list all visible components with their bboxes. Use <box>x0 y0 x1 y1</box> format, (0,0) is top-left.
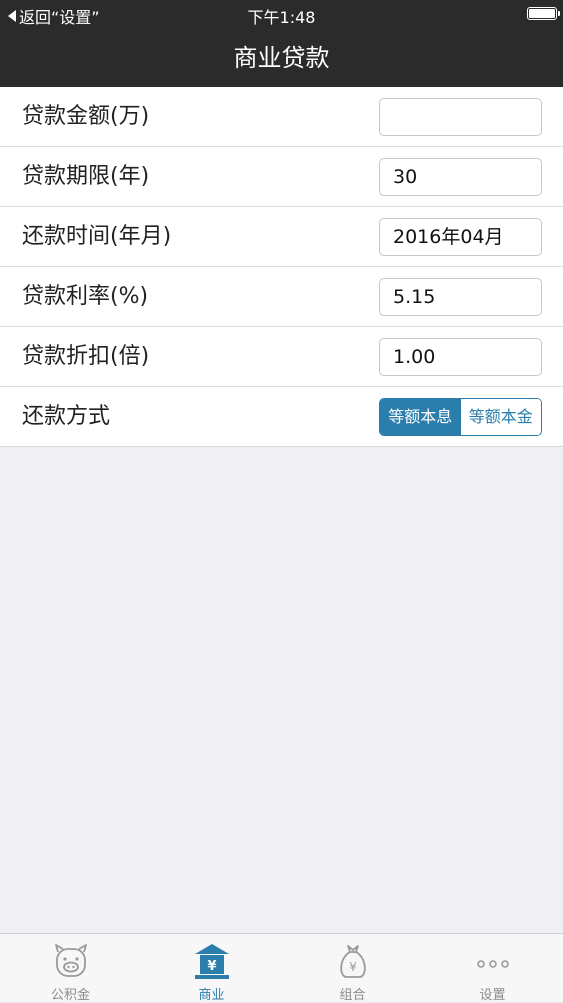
amount-label: 贷款金额(万) <box>22 104 150 129</box>
nav-header: 返回“设置” 下午1:48 商业贷款 <box>0 0 563 87</box>
method-segmented-control[interactable]: 等额本息 等额本金 <box>379 398 542 436</box>
repay-time-input[interactable]: 2016年04月 <box>379 218 542 256</box>
discount-input[interactable]: 1.00 <box>379 338 542 376</box>
tab-settings[interactable]: 设置 <box>422 934 563 1003</box>
term-row: 贷款期限(年) 30 <box>0 147 563 207</box>
tab-bar: 公积金 ¥ 商业 ¥ 组合 设置 <box>0 933 563 1003</box>
more-dots-icon <box>476 960 509 968</box>
tab-settings-label: 设置 <box>479 988 506 1003</box>
page-title: 商业贷款 <box>233 44 330 72</box>
discount-label: 贷款折扣(倍) <box>22 344 150 369</box>
amount-row: 贷款金额(万) <box>0 87 563 147</box>
method-equal-installment-button[interactable]: 等额本息 <box>380 399 461 435</box>
rate-label: 贷款利率(%) <box>22 284 149 309</box>
piggy-bank-icon <box>54 944 87 977</box>
method-row: 还款方式 等额本息 等额本金 <box>0 387 563 446</box>
repay-time-label: 还款时间(年月) <box>22 224 172 249</box>
tab-provident-fund[interactable]: 公积金 <box>0 934 141 1003</box>
svg-text:¥: ¥ <box>349 960 357 974</box>
svg-text:¥: ¥ <box>207 959 216 974</box>
amount-input[interactable] <box>379 98 542 136</box>
discount-row: 贷款折扣(倍) 1.00 <box>0 327 563 387</box>
method-equal-principal-button[interactable]: 等额本金 <box>460 399 541 435</box>
term-input[interactable]: 30 <box>379 158 542 196</box>
loan-form: 贷款金额(万) 贷款期限(年) 30 还款时间(年月) 2016年04月 贷款利… <box>0 87 563 447</box>
bank-icon: ¥ <box>194 944 229 979</box>
status-bar: 返回“设置” 下午1:48 <box>0 0 563 30</box>
term-label: 贷款期限(年) <box>22 164 150 189</box>
tab-commercial[interactable]: ¥ 商业 <box>141 934 282 1003</box>
tab-combination-label: 组合 <box>339 988 366 1003</box>
money-bag-icon: ¥ <box>339 945 366 978</box>
tab-provident-fund-label: 公积金 <box>50 988 90 1003</box>
tab-commercial-label: 商业 <box>198 988 225 1003</box>
method-label: 还款方式 <box>22 404 111 429</box>
rate-input[interactable]: 5.15 <box>379 278 542 316</box>
repay-time-row: 还款时间(年月) 2016年04月 <box>0 207 563 267</box>
battery-icon <box>527 7 560 20</box>
rate-row: 贷款利率(%) 5.15 <box>0 267 563 327</box>
tab-combination[interactable]: ¥ 组合 <box>282 934 423 1003</box>
status-time: 下午1:48 <box>247 8 316 27</box>
